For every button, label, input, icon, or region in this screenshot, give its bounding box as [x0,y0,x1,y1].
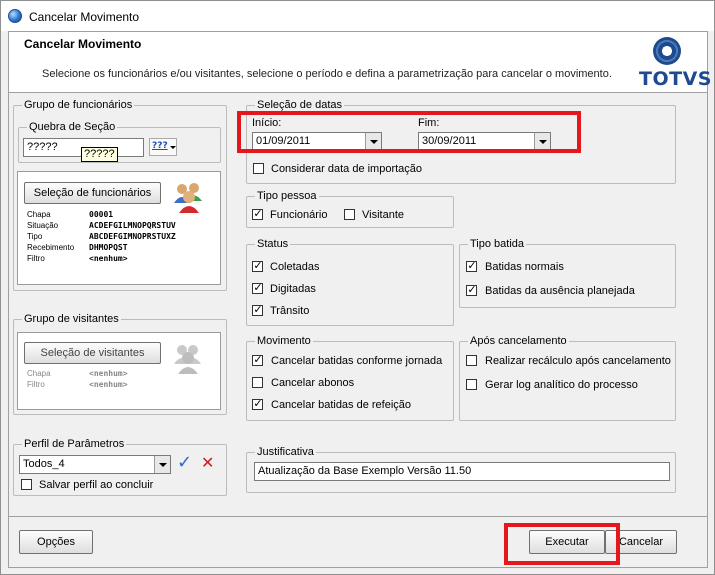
coletadas-checkbox[interactable]: ✓ [252,259,263,272]
selecao-funcionarios-button[interactable]: Seleção de funcionários [24,182,161,204]
quebra-secao-legend: Quebra de Seção [29,121,116,133]
gerar-log-label: Gerar log analítico do processo [485,379,638,391]
selecao-datas-legend: Seleção de datas [257,99,343,111]
salvar-perfil-checkbox[interactable] [21,479,32,490]
perfil-select-value: Todos_4 [23,458,65,470]
dates-highlight-box [237,111,581,153]
quebra-secao-tooltip: ????? [81,147,118,162]
dialog-header: Cancelar Movimento Selecione os funcioná… [8,31,711,93]
perfil-select[interactable]: Todos_4 [19,455,171,474]
cancelar-batidas-refeicao-label: Cancelar batidas de refeição [271,399,412,411]
justificativa-legend: Justificativa [257,446,314,458]
realizar-recalculo-label: Realizar recálculo após cancelamento [485,355,671,367]
cancelar-batidas-refeicao-checkbox[interactable]: ✓ [252,397,263,410]
funcionarios-fields: Chapa 00001 Situação ACDEFGILMNOPQRSTUV Ti… [27,210,176,263]
delete-x-icon[interactable]: ✕ [201,453,221,473]
batidas-normais-checkbox[interactable]: ✓ [466,259,477,272]
totvs-logo-text: TOTVS [639,68,712,90]
batidas-ausencia-label: Batidas da ausência planejada [485,285,635,297]
justificativa-input[interactable]: Atualização da Base Exemplo Versão 11.50 [254,462,670,481]
chevron-down-icon [170,146,176,149]
status-legend: Status [257,238,289,250]
transito-checkbox[interactable]: ✓ [252,303,263,316]
selecao-visitantes-button[interactable]: Seleção de visitantes [24,342,161,364]
cancelar-batidas-jornada-label: Cancelar batidas conforme jornada [271,355,443,367]
perfil-dropdown-icon[interactable] [154,456,170,473]
gerar-log-checkbox[interactable] [466,379,477,390]
dialog-footer: Opções Executar Cancelar [8,516,708,568]
app-icon [8,9,22,23]
coletadas-label: Coletadas [270,261,320,273]
batidas-ausencia-checkbox[interactable]: ✓ [466,283,477,296]
batidas-normais-label: Batidas normais [485,261,564,273]
apos-cancelamento-legend: Após cancelamento [470,335,567,347]
cancelar-batidas-jornada-checkbox[interactable]: ✓ [252,353,263,366]
digitadas-label: Digitadas [270,283,316,295]
opcoes-button[interactable]: Opções [19,530,93,554]
executar-highlight-box [504,523,620,565]
perfil-parametros-legend: Perfil de Parâmetros [24,438,125,450]
movimento-legend: Movimento [257,335,311,347]
realizar-recalculo-checkbox[interactable] [466,355,477,366]
dialog-body: Grupo de funcionários Quebra de Seção ??… [8,93,708,516]
visitante-checkbox[interactable] [344,209,355,220]
totvs-logo-icon [653,37,681,65]
transito-label: Trânsito [270,305,310,317]
window-title: Cancelar Movimento [29,10,140,24]
funcionario-label: Funcionário [270,209,328,221]
filter-dropdown-button[interactable]: ??? [149,138,177,156]
digitadas-checkbox[interactable]: ✓ [252,281,263,294]
funcionario-checkbox[interactable]: ✓ [252,207,263,220]
visitantes-fields: Chapa <nenhum> Filtro <nenhum> [27,369,128,389]
grupo-funcionarios-legend: Grupo de funcionários [24,99,133,111]
dialog-window: Cancelar Movimento Cancelar Movimento Se… [0,0,715,575]
visitante-label: Visitante [362,209,404,221]
apos-cancelamento-group: Após cancelamento [459,335,676,421]
tipo-batida-legend: Tipo batida [470,238,525,250]
header-title: Cancelar Movimento [24,37,142,51]
header-description: Selecione os funcionários e/ou visitante… [42,68,612,80]
tipo-batida-group: Tipo batida [459,238,676,308]
confirm-check-icon[interactable]: ✓ [177,453,197,473]
title-bar: Cancelar Movimento [1,1,714,31]
grupo-visitantes-legend: Grupo de visitantes [24,313,119,325]
cancelar-abonos-label: Cancelar abonos [271,377,355,389]
considerar-importacao-checkbox[interactable] [253,163,264,174]
tipo-pessoa-legend: Tipo pessoa [257,190,317,202]
cancelar-abonos-checkbox[interactable] [252,377,263,388]
filter-icon: ??? [152,141,168,151]
considerar-importacao-label: Considerar data de importação [271,163,423,175]
salvar-perfil-label: Salvar perfil ao concluir [39,479,154,491]
